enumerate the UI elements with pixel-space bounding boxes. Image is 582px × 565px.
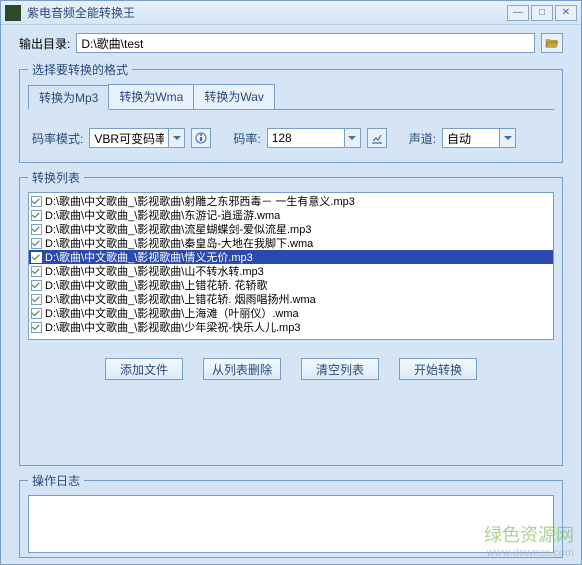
bitrate-mode-combo[interactable]	[89, 128, 185, 148]
list-item[interactable]: D:\歌曲\中文歌曲_\影视歌曲\少年梁祝-快乐人儿.mp3	[29, 320, 553, 334]
browse-button[interactable]	[541, 33, 563, 53]
settings-row: 码率模式: 码率: 声道:	[28, 128, 554, 154]
checkbox-icon[interactable]	[31, 266, 42, 277]
tab-mp3[interactable]: 转换为Mp3	[28, 85, 109, 110]
app-icon	[5, 5, 21, 21]
output-row: 输出目录:	[19, 33, 563, 53]
list-fieldset: 转换列表 D:\歌曲\中文歌曲_\影视歌曲\射雕之东邪西毒－ 一生有意义.mp3…	[19, 169, 563, 466]
channel-combo[interactable]	[442, 128, 516, 148]
checkbox-icon[interactable]	[31, 308, 42, 319]
checkbox-icon[interactable]	[31, 224, 42, 235]
log-textarea[interactable]	[28, 495, 554, 553]
conversion-listbox[interactable]: D:\歌曲\中文歌曲_\影视歌曲\射雕之东邪西毒－ 一生有意义.mp3D:\歌曲…	[28, 192, 554, 340]
bitrate-mode-help-button[interactable]	[191, 128, 211, 148]
bitrate-input[interactable]	[268, 129, 344, 147]
titlebar: 紫电音频全能转换王 — □ ✕	[1, 1, 581, 25]
dropdown-icon[interactable]	[344, 129, 360, 147]
start-button[interactable]: 开始转换	[399, 358, 477, 380]
bitrate-combo[interactable]	[267, 128, 361, 148]
list-item[interactable]: D:\歌曲\中文歌曲_\影视歌曲\情义无价.mp3	[29, 250, 553, 264]
chart-icon	[371, 132, 383, 144]
list-item[interactable]: D:\歌曲\中文歌曲_\影视歌曲\东游记-逍遥游.wma	[29, 208, 553, 222]
dropdown-icon[interactable]	[168, 129, 184, 147]
checkbox-icon[interactable]	[31, 238, 42, 249]
checkbox-icon[interactable]	[31, 252, 42, 263]
output-label: 输出目录:	[19, 35, 70, 52]
list-item-path: D:\歌曲\中文歌曲_\影视歌曲\少年梁祝-快乐人儿.mp3	[45, 319, 300, 335]
remove-button[interactable]: 从列表删除	[203, 358, 281, 380]
list-item[interactable]: D:\歌曲\中文歌曲_\影视歌曲\山不转水转.mp3	[29, 264, 553, 278]
dropdown-icon[interactable]	[499, 129, 515, 147]
window-title: 紫电音频全能转换王	[27, 4, 507, 21]
bitrate-mode-input[interactable]	[90, 129, 168, 147]
format-fieldset: 选择要转换的格式 转换为Mp3转换为Wma转换为Wav 码率模式: 码率:	[19, 61, 563, 163]
list-item[interactable]: D:\歌曲\中文歌曲_\影视歌曲\射雕之东邪西毒－ 一生有意义.mp3	[29, 194, 553, 208]
format-legend: 选择要转换的格式	[28, 61, 132, 78]
checkbox-icon[interactable]	[31, 196, 42, 207]
list-item[interactable]: D:\歌曲\中文歌曲_\影视歌曲\上错花轿. 花轿歌	[29, 278, 553, 292]
output-path-input[interactable]	[76, 33, 535, 53]
maximize-button[interactable]: □	[531, 5, 553, 21]
checkbox-icon[interactable]	[31, 294, 42, 305]
list-item[interactable]: D:\歌曲\中文歌曲_\影视歌曲\秦皇岛-大地在我脚下.wma	[29, 236, 553, 250]
bitrate-label: 码率:	[233, 130, 260, 147]
log-fieldset: 操作日志	[19, 472, 563, 558]
list-item[interactable]: D:\歌曲\中文歌曲_\影视歌曲\流星蝴蝶剑-爱似流星.mp3	[29, 222, 553, 236]
app-window: 紫电音频全能转换王 — □ ✕ 输出目录: 选择要转换的格式 转换为Mp3转换为…	[0, 0, 582, 565]
minimize-button[interactable]: —	[507, 5, 529, 21]
tab-wma[interactable]: 转换为Wma	[108, 84, 194, 109]
bitrate-mode-label: 码率模式:	[32, 130, 83, 147]
clear-button[interactable]: 清空列表	[301, 358, 379, 380]
checkbox-icon[interactable]	[31, 210, 42, 221]
list-legend: 转换列表	[28, 169, 84, 186]
checkbox-icon[interactable]	[31, 322, 42, 333]
list-item[interactable]: D:\歌曲\中文歌曲_\影视歌曲\上错花轿. 烟雨唱扬州.wma	[29, 292, 553, 306]
add-file-button[interactable]: 添加文件	[105, 358, 183, 380]
close-button[interactable]: ✕	[555, 5, 577, 21]
checkbox-icon[interactable]	[31, 280, 42, 291]
list-item[interactable]: D:\歌曲\中文歌曲_\影视歌曲\上海滩（叶丽仪）.wma	[29, 306, 553, 320]
channel-input[interactable]	[443, 129, 499, 147]
button-row: 添加文件 从列表删除 清空列表 开始转换	[28, 354, 554, 384]
log-legend: 操作日志	[28, 472, 84, 489]
info-icon	[195, 132, 207, 144]
channel-label: 声道:	[409, 130, 436, 147]
format-tabs: 转换为Mp3转换为Wma转换为Wav	[28, 84, 554, 110]
bitrate-help-button[interactable]	[367, 128, 387, 148]
tab-wav[interactable]: 转换为Wav	[193, 84, 275, 109]
folder-open-icon	[545, 37, 559, 49]
